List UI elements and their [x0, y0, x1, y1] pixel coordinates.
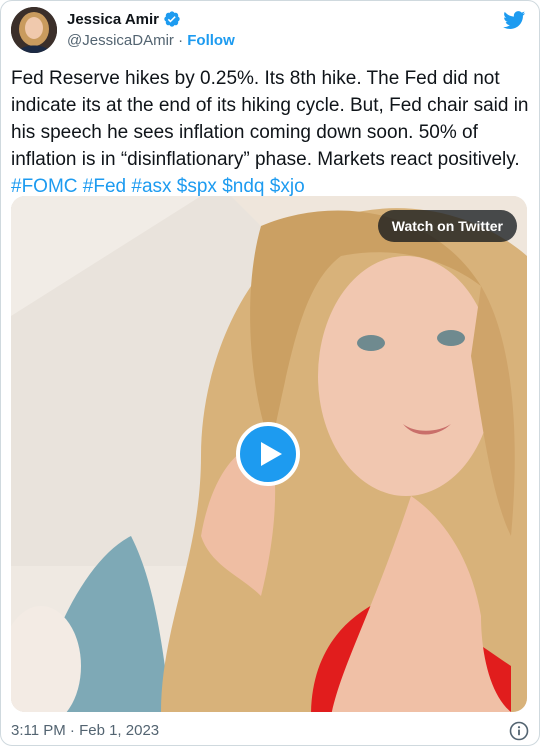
- timestamp-link[interactable]: 3:11 PM · Feb 1, 2023: [11, 722, 159, 739]
- twitter-bird-icon[interactable]: [502, 9, 527, 31]
- hashtag-fed[interactable]: #Fed: [83, 176, 126, 197]
- hashtag-asx[interactable]: #asx: [131, 176, 171, 197]
- play-button[interactable]: [236, 422, 300, 486]
- tweet-body: Fed Reserve hikes by 0.25%. Its 8th hike…: [11, 68, 529, 170]
- watch-on-twitter-button[interactable]: Watch on Twitter: [377, 210, 517, 242]
- tweet-card: Jessica Amir @JessicaDAmir · Follow Fed …: [0, 0, 540, 746]
- tweet-header: Jessica Amir @JessicaDAmir · Follow: [11, 7, 527, 57]
- cashtag-spx[interactable]: $spx: [177, 176, 217, 197]
- name-line: Jessica Amir: [67, 10, 181, 28]
- cashtag-xjo[interactable]: $xjo: [270, 176, 305, 197]
- tweet-footer: 3:11 PM · Feb 1, 2023: [11, 719, 529, 743]
- handle-line: @JessicaDAmir · Follow: [67, 32, 235, 49]
- video-thumbnail[interactable]: Watch on Twitter: [11, 196, 527, 712]
- separator-dot: ·: [178, 32, 184, 49]
- author-name[interactable]: Jessica Amir: [67, 11, 159, 28]
- tweet-text: Fed Reserve hikes by 0.25%. Its 8th hike…: [11, 65, 531, 200]
- avatar[interactable]: [11, 7, 57, 53]
- author-handle[interactable]: @JessicaDAmir: [67, 32, 174, 49]
- follow-button[interactable]: Follow: [187, 32, 235, 49]
- verified-badge-icon: [163, 10, 181, 28]
- cashtag-ndq[interactable]: $ndq: [222, 176, 264, 197]
- hashtag-fomc[interactable]: #FOMC: [11, 176, 78, 197]
- info-icon[interactable]: [509, 721, 529, 741]
- play-icon: [261, 442, 282, 466]
